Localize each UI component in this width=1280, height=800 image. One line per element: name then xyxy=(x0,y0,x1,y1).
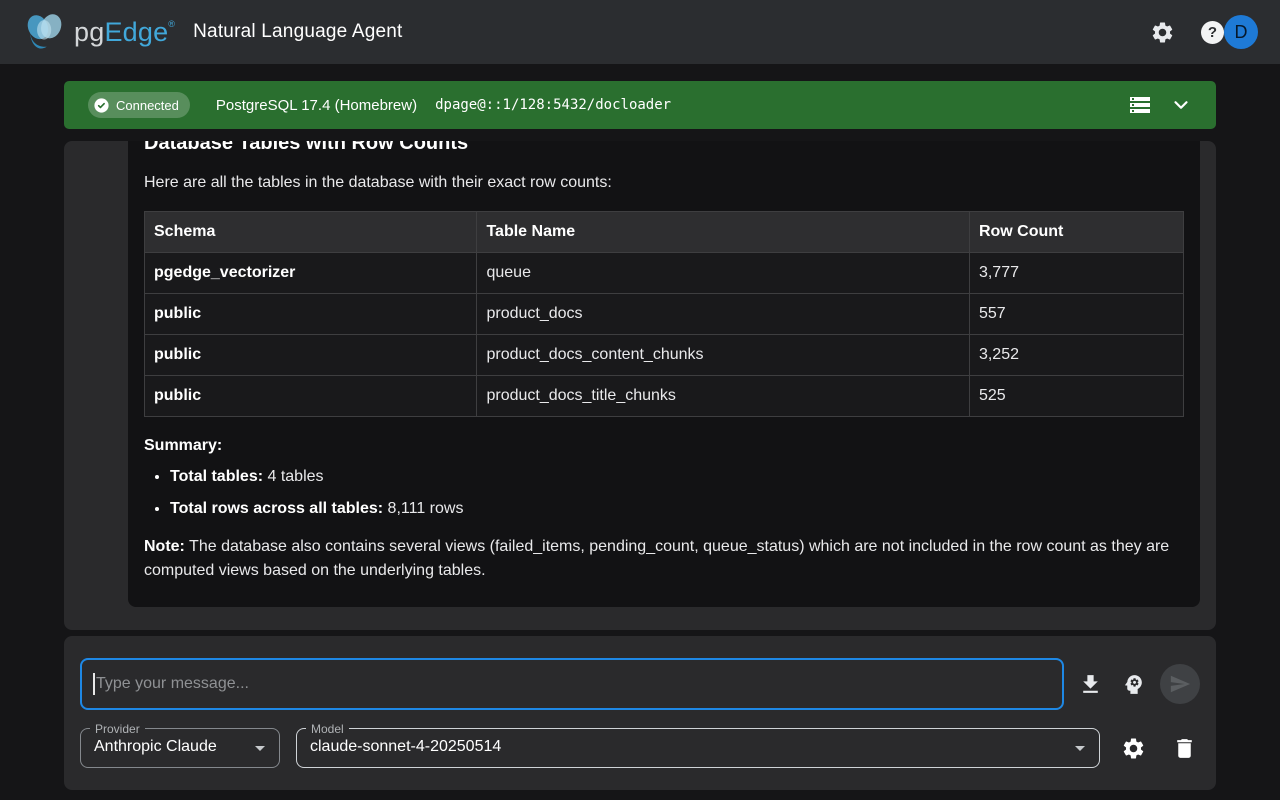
settings-icon xyxy=(1150,20,1175,45)
psychology-icon xyxy=(1121,672,1146,697)
brand-registered-mark: ® xyxy=(168,19,175,29)
pgedge-wordmark: pgEdge® xyxy=(74,17,175,48)
chat-scroll-area[interactable]: Database Tables with Row Counts Here are… xyxy=(64,141,1216,630)
model-value: claude-sonnet-4-20250514 xyxy=(297,729,1099,765)
model-select[interactable]: Model claude-sonnet-4-20250514 xyxy=(296,728,1100,768)
status-badge: Connected xyxy=(116,98,179,113)
page-title: Natural Language Agent xyxy=(193,21,402,43)
note-label: Note: xyxy=(144,538,185,555)
message-intro: Here are all the tables in the database … xyxy=(144,173,1184,193)
table-name-cell: product_docs_title_chunks xyxy=(477,376,969,417)
provider-label: Provider xyxy=(90,721,145,737)
composer-settings-row: Provider Anthropic Claude Model claude-s… xyxy=(80,728,1200,768)
table-name-cell: product_docs_content_chunks xyxy=(477,335,969,376)
schema-cell: public xyxy=(145,376,477,417)
column-header-row-count: Row Count xyxy=(969,212,1183,253)
connection-banner: Connected PostgreSQL 17.4 (Homebrew) dpa… xyxy=(64,81,1216,129)
table-name-cell: queue xyxy=(477,253,969,294)
connection-list-button[interactable] xyxy=(1128,93,1152,117)
text-cursor xyxy=(93,673,95,695)
help-icon: ? xyxy=(1201,21,1224,44)
banner-actions xyxy=(1110,93,1192,117)
storage-icon xyxy=(1128,93,1152,117)
pgedge-logo: pgEdge® xyxy=(22,12,175,53)
bullet-value: 8,111 rows xyxy=(383,500,463,517)
schema-cell: public xyxy=(145,294,477,335)
download-chat-button[interactable] xyxy=(1078,672,1103,697)
banner-collapse-button[interactable] xyxy=(1170,94,1192,116)
send-icon xyxy=(1169,673,1191,695)
pgedge-logo-icon xyxy=(22,12,68,53)
server-version-label: PostgreSQL 17.4 (Homebrew) xyxy=(216,97,417,114)
list-item: Total rows across all tables: 8,111 rows xyxy=(170,499,1184,519)
trash-icon xyxy=(1172,736,1197,761)
caret-down-icon xyxy=(1068,736,1092,760)
table-row: public product_docs 557 xyxy=(145,294,1184,335)
bullet-label: Total tables: xyxy=(170,468,263,485)
check-circle-icon xyxy=(93,97,110,114)
caret-down-icon xyxy=(248,736,272,760)
model-settings-button[interactable] xyxy=(1121,736,1146,761)
provider-select[interactable]: Provider Anthropic Claude xyxy=(80,728,280,768)
column-header-schema: Schema xyxy=(145,212,477,253)
download-icon xyxy=(1078,672,1103,697)
row-count-cell: 3,777 xyxy=(969,253,1183,294)
help-button[interactable]: ? xyxy=(1201,21,1224,44)
send-button[interactable] xyxy=(1160,664,1200,704)
summary-heading: Summary: xyxy=(144,437,1184,455)
clear-chat-button[interactable] xyxy=(1172,736,1197,761)
row-count-cell: 525 xyxy=(969,376,1183,417)
model-label: Model xyxy=(306,721,349,737)
table-header-row: Schema Table Name Row Count xyxy=(145,212,1184,253)
connection-string: dpage@::1/128:5432/docloader xyxy=(435,97,671,113)
schema-cell: public xyxy=(145,335,477,376)
app-root: pgEdge® Natural Language Agent ? D Conne… xyxy=(0,0,1280,800)
row-count-cell: 3,252 xyxy=(969,335,1183,376)
settings-button[interactable] xyxy=(1150,20,1175,45)
gear-icon xyxy=(1121,736,1146,761)
bullet-label: Total rows across all tables: xyxy=(170,500,383,517)
composer-input-row xyxy=(80,658,1200,710)
summary-list: Total tables: 4 tables Total rows across… xyxy=(144,467,1184,519)
table-row: pgedge_vectorizer queue 3,777 xyxy=(145,253,1184,294)
schema-cell: pgedge_vectorizer xyxy=(145,253,477,294)
user-avatar[interactable]: D xyxy=(1224,15,1258,49)
app-header: pgEdge® Natural Language Agent ? D xyxy=(0,0,1280,64)
bullet-value: 4 tables xyxy=(263,468,323,485)
note-paragraph: Note: The database also contains several… xyxy=(144,535,1184,583)
brand-pg-text: pg xyxy=(74,17,104,47)
chevron-down-icon xyxy=(1170,94,1192,116)
header-actions: ? D xyxy=(1150,15,1258,49)
ai-insights-button[interactable] xyxy=(1121,672,1146,697)
list-item: Total tables: 4 tables xyxy=(170,467,1184,487)
table-row: public product_docs_content_chunks 3,252 xyxy=(145,335,1184,376)
brand-edge-text: Edge xyxy=(104,17,168,47)
connection-status-chip: Connected xyxy=(88,92,190,118)
table-name-cell: product_docs xyxy=(477,294,969,335)
composer-panel: Provider Anthropic Claude Model claude-s… xyxy=(64,636,1216,790)
message-input[interactable] xyxy=(80,658,1064,710)
table-row: public product_docs_title_chunks 525 xyxy=(145,376,1184,417)
message-heading: Database Tables with Row Counts xyxy=(144,141,1184,157)
row-count-cell: 557 xyxy=(969,294,1183,335)
message-input-wrap xyxy=(80,658,1064,710)
column-header-table-name: Table Name xyxy=(477,212,969,253)
assistant-message: Database Tables with Row Counts Here are… xyxy=(128,141,1200,607)
row-counts-table: Schema Table Name Row Count pgedge_vecto… xyxy=(144,211,1184,417)
note-text: The database also contains several views… xyxy=(144,538,1169,579)
